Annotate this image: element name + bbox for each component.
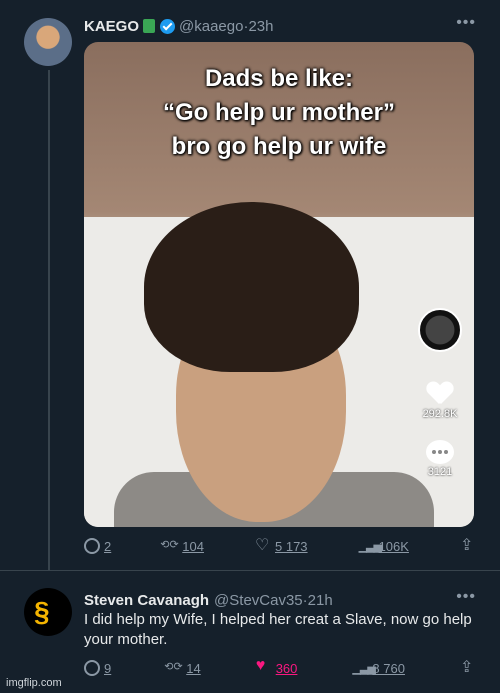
thread-connector [48,70,50,570]
user-handle[interactable]: @kaaego [179,18,243,35]
timeline: KAEGO @kaaego · 23h ••• Dads be like: “G… [0,0,500,693]
avatar[interactable] [24,18,72,66]
views-count: 106K [378,538,409,554]
tweet-text: I did help my Wife, I helped her creat a… [84,611,472,648]
tweet-header: KAEGO @kaaego · 23h ••• [84,14,476,38]
user-handle[interactable]: @StevCav35 [214,592,303,609]
views-icon [359,538,381,554]
tiktok-likes-count: 292.8K [422,408,458,420]
repost-count: 14 [186,660,201,676]
emoji-badge-icon [143,19,156,33]
more-options-icon[interactable]: ••• [456,588,476,606]
share-icon [460,535,476,555]
media-caption: Dads be like: “Go help ur mother” bro go… [84,62,474,164]
media-hair [144,202,359,372]
like-button[interactable]: 360 [256,657,298,676]
reply-icon [84,538,100,554]
tweet-divider [0,570,500,571]
more-options-icon[interactable]: ••• [456,14,476,32]
reply-button[interactable]: 2 [84,538,111,554]
tweet-actions: 9 14 360 8 760 [84,657,476,677]
caption-line-1: Dads be like: [204,65,354,92]
like-count: 5 173 [275,538,308,554]
caption-line-2: “Go help ur mother” [162,99,395,126]
display-name[interactable]: Steven Cavanagh [84,592,209,609]
views-button[interactable]: 8 760 [352,660,405,676]
repost-button[interactable]: 14 [164,660,201,676]
like-count: 360 [275,660,298,676]
like-icon [256,657,272,676]
repost-icon [164,660,182,676]
tiktok-comments-count: 3121 [427,466,453,478]
reply-count: 2 [104,538,112,554]
caption-line-3: bro go help ur wife [171,133,387,160]
reply-count: 9 [104,660,112,676]
heart-icon [427,382,453,406]
comment-bubble-icon [426,440,454,464]
share-icon [460,657,476,677]
reply-button[interactable]: 9 [84,660,111,676]
watermark: imgflip.com [6,677,62,689]
repost-count: 104 [182,538,204,554]
like-icon [255,535,271,555]
tiktok-avatar [418,308,462,352]
reply-icon [84,660,100,676]
tweet-header: Steven Cavanagh @StevCav35 · 21h ••• [84,588,476,612]
display-name[interactable]: KAEGO [84,18,139,35]
verified-badge-icon [160,18,176,34]
views-count: 8 760 [372,660,405,676]
avatar[interactable]: § [24,588,72,636]
share-button[interactable] [460,535,476,555]
logo-icon: § [34,596,50,627]
views-button[interactable]: 106K [359,538,409,554]
timestamp[interactable]: 21h [308,592,333,609]
tweet-media[interactable]: Dads be like: “Go help ur mother” bro go… [84,42,474,527]
like-button[interactable]: 5 173 [255,535,308,555]
repost-button[interactable]: 104 [160,538,204,554]
share-button[interactable] [460,657,476,677]
timestamp[interactable]: 23h [248,18,273,35]
tiktok-sidebar: 292.8K 3121 [412,308,468,478]
tweet-actions: 2 104 5 173 106K [84,535,476,555]
views-icon [352,660,374,676]
repost-icon [160,538,178,554]
